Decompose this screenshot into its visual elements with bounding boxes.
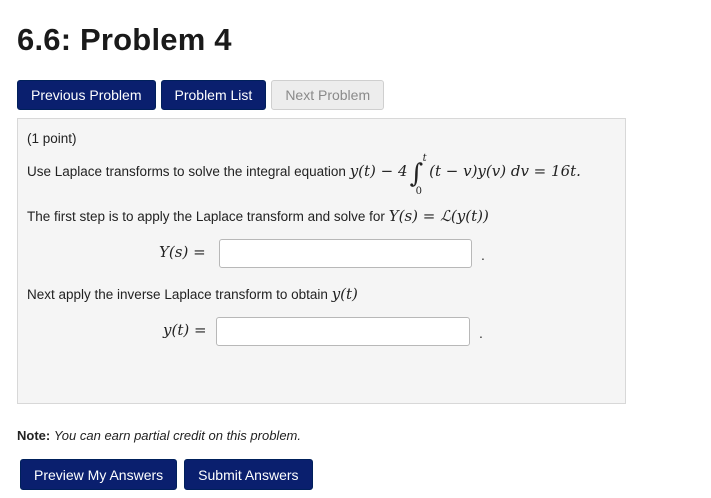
equation-rhs: (t − v)y(v) dv = 16t bbox=[429, 162, 577, 180]
preview-answers-button[interactable]: Preview My Answers bbox=[20, 459, 178, 490]
answer1-label: Y(s) = bbox=[159, 243, 206, 261]
answer1-input[interactable] bbox=[219, 239, 472, 268]
equation: y(t) − 4∫ t 0 (t − v)y(v) dv = 16t. bbox=[349, 153, 581, 197]
step1-instruction: The first step is to apply the Laplace t… bbox=[27, 207, 489, 225]
page-title: 6.6: Problem 4 bbox=[17, 22, 232, 57]
integral-lower-limit: 0 bbox=[415, 186, 422, 197]
problem-intro: Use Laplace transforms to solve the inte… bbox=[27, 164, 346, 179]
note-label: Note: bbox=[17, 428, 51, 443]
problem-list-button[interactable]: Problem List bbox=[160, 80, 267, 110]
integral-sign: ∫ t 0 bbox=[409, 153, 427, 197]
previous-problem-button[interactable]: Previous Problem bbox=[17, 80, 156, 110]
answer-actions: Preview My Answers Submit Answers bbox=[20, 459, 313, 490]
submit-answers-button[interactable]: Submit Answers bbox=[184, 459, 313, 490]
step2-math: y(t) bbox=[331, 285, 358, 303]
step2-instruction: Next apply the inverse Laplace transform… bbox=[27, 285, 358, 303]
step1-text: The first step is to apply the Laplace t… bbox=[27, 209, 385, 224]
problem-points: (1 point) bbox=[27, 131, 77, 146]
note-text: You can earn partial credit on this prob… bbox=[53, 428, 301, 443]
step2-text: Next apply the inverse Laplace transform… bbox=[27, 287, 328, 302]
partial-credit-note: Note: You can earn partial credit on thi… bbox=[17, 428, 301, 443]
step1-math: Y(s) = ℒ(y(t)) bbox=[388, 207, 489, 225]
answer2-input[interactable] bbox=[216, 317, 470, 346]
problem-statement: Use Laplace transforms to solve the inte… bbox=[27, 153, 581, 197]
integral-upper-limit: t bbox=[422, 153, 427, 164]
problem-panel: (1 point) Use Laplace transforms to solv… bbox=[17, 118, 626, 404]
equation-lhs: y(t) − 4 bbox=[349, 162, 408, 180]
problem-navigation: Previous Problem Problem List Next Probl… bbox=[17, 80, 385, 110]
answer2-label: y(t) = bbox=[163, 321, 207, 339]
answer2-period: . bbox=[479, 325, 483, 341]
answer1-period: . bbox=[481, 247, 485, 263]
equation-period: . bbox=[576, 162, 581, 180]
next-problem-button[interactable]: Next Problem bbox=[271, 80, 385, 110]
